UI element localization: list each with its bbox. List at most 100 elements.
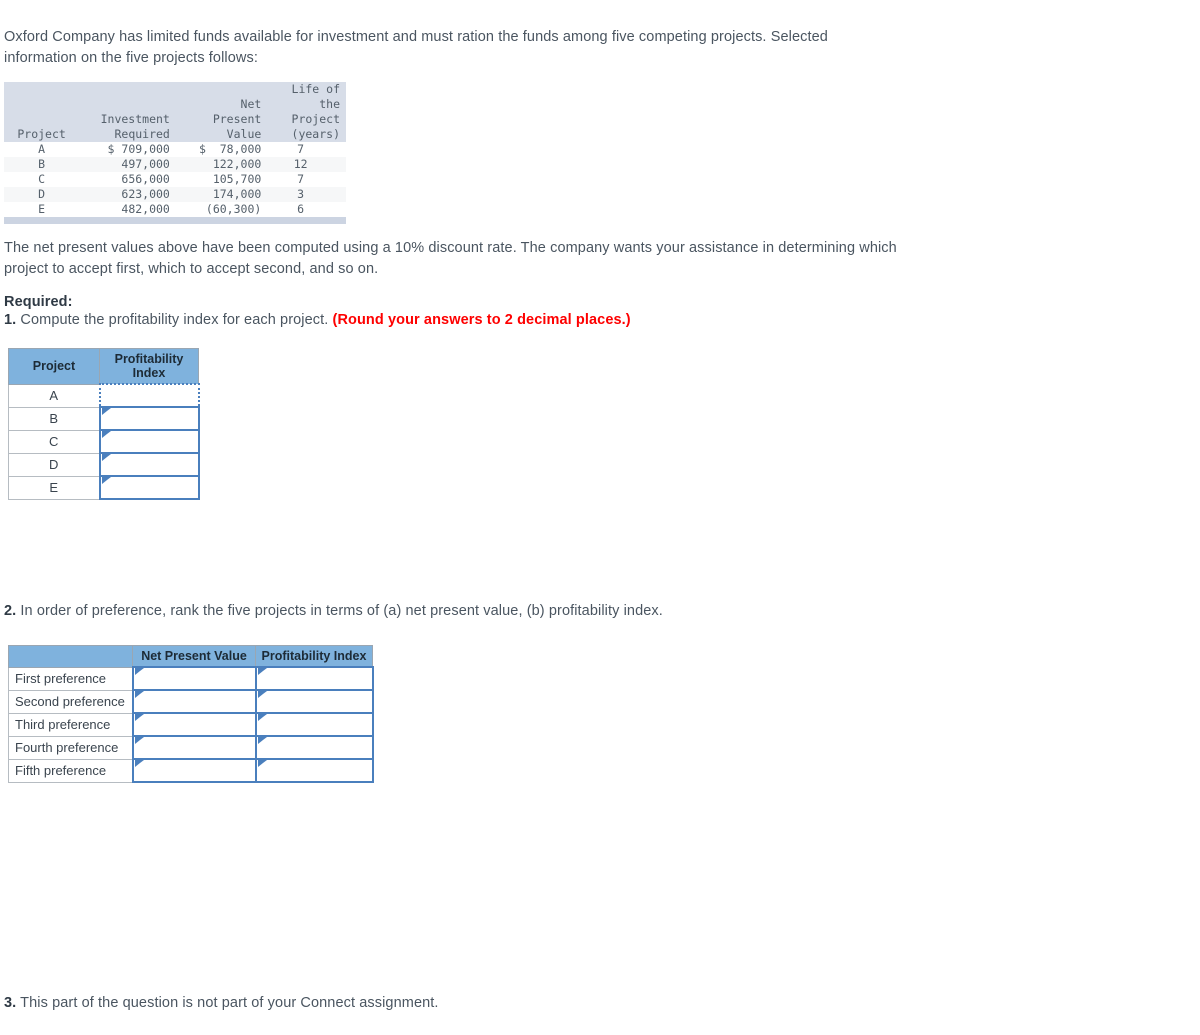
q2-row-label-fourth: Fourth preference xyxy=(8,735,133,760)
q2-npv-input-third[interactable] xyxy=(133,714,255,735)
q1-input-e[interactable] xyxy=(100,477,198,498)
table-row: A xyxy=(8,383,200,408)
q2-pi-input-third[interactable] xyxy=(256,714,372,735)
given-cell-life: 3 xyxy=(267,187,346,202)
given-cell-npv: 174,000 xyxy=(175,187,268,202)
q2-npv-input-fourth[interactable] xyxy=(133,737,255,758)
cell-marker-icon xyxy=(257,760,267,767)
table-row: B 497,000 122,000 12 xyxy=(4,157,346,172)
intro-paragraph-text: Oxford Company has limited funds availab… xyxy=(4,29,828,66)
cell-marker-icon xyxy=(257,691,267,698)
q2-pi-cell-fourth[interactable] xyxy=(254,735,374,760)
cell-marker-icon xyxy=(134,668,144,675)
table-row: First preference xyxy=(8,666,374,691)
question-2-line: 2. In order of preference, rank the five… xyxy=(4,601,904,622)
cell-marker-icon xyxy=(101,477,111,484)
given-cell-npv: 105,700 xyxy=(212,172,262,186)
q2-pi-cell-third[interactable] xyxy=(254,712,374,737)
given-cell-life: 6 xyxy=(297,202,305,216)
q1-input-a[interactable] xyxy=(100,385,198,406)
discount-rate-paragraph: The net present values above have been c… xyxy=(4,238,904,280)
q1-row-label-a: A xyxy=(8,383,100,408)
question-2-text: In order of preference, rank the five pr… xyxy=(16,603,663,619)
given-header-investment: Investment Required xyxy=(79,82,176,142)
table-row: Fifth preference xyxy=(8,758,374,783)
given-cell-investment: 623,000 xyxy=(79,187,176,202)
cell-marker-icon xyxy=(257,737,267,744)
q2-pi-cell-first[interactable] xyxy=(254,666,374,691)
q1-row-label-e: E xyxy=(8,475,100,500)
given-cell-npv: (60,300) xyxy=(205,202,262,216)
q1-input-d[interactable] xyxy=(100,454,198,475)
q1-input-cell-e[interactable] xyxy=(98,475,200,500)
given-cell-life: 7 xyxy=(297,142,305,156)
q2-header-row: Net Present Value Profitability Index xyxy=(8,645,373,668)
q1-row-label-d: D xyxy=(8,452,100,477)
question-1-rounding-note: (Round your answers to 2 decimal places.… xyxy=(332,312,631,328)
q2-npv-cell-fourth[interactable] xyxy=(131,735,257,760)
preference-ranking-table[interactable]: Net Present Value Profitability Index Fi… xyxy=(8,645,374,783)
q2-row-label-third: Third preference xyxy=(8,712,133,737)
q2-npv-input-second[interactable] xyxy=(133,691,255,712)
q2-npv-input-fifth[interactable] xyxy=(133,760,255,781)
given-header-life: Life of the Project (years) xyxy=(267,82,346,142)
footer-bar xyxy=(4,217,346,224)
question-3-number: 3. xyxy=(4,995,17,1011)
cell-marker-icon xyxy=(101,408,111,415)
q2-pi-input-first[interactable] xyxy=(256,668,372,689)
given-cell-investment: 656,000 xyxy=(121,172,170,186)
q2-pi-cell-fifth[interactable] xyxy=(254,758,374,783)
cell-marker-icon xyxy=(134,760,144,767)
table-row: Third preference xyxy=(8,712,374,737)
profitability-index-table[interactable]: Project Profitability Index A B C D E xyxy=(8,348,200,500)
table-row: E 482,000 (60,300) 6 xyxy=(4,202,346,217)
given-data-table: Project Investment Required Net Present … xyxy=(4,82,346,224)
given-data-table-header-row: Project Investment Required Net Present … xyxy=(4,82,346,142)
discount-rate-text: The net present values above have been c… xyxy=(4,240,897,277)
q2-pi-input-second[interactable] xyxy=(256,691,372,712)
q2-npv-cell-first[interactable] xyxy=(131,666,257,691)
q1-input-cell-d[interactable] xyxy=(98,452,200,477)
given-cell-project: E xyxy=(38,202,46,216)
given-cell-investment: 497,000 xyxy=(79,157,176,172)
table-row: A $ 709,000 $ 78,000 7 xyxy=(4,142,346,157)
question-3-line: 3. This part of the question is not part… xyxy=(4,993,904,1014)
q2-header-net-present-value: Net Present Value xyxy=(132,645,256,668)
question-1-line: 1. Compute the profitability index for e… xyxy=(4,310,904,331)
table-row: D xyxy=(8,452,200,477)
q1-input-c[interactable] xyxy=(100,431,198,452)
q2-npv-cell-second[interactable] xyxy=(131,689,257,714)
q1-header-profitability-index: Profitability Index xyxy=(99,348,199,385)
given-header-project: Project xyxy=(4,82,80,142)
table-row: C 656,000 105,700 7 xyxy=(4,172,346,187)
cell-marker-icon xyxy=(257,714,267,721)
table-row: C xyxy=(8,429,200,454)
table-row: D 623,000 174,000 3 xyxy=(4,187,346,202)
q2-npv-input-first[interactable] xyxy=(133,668,255,689)
q1-input-b[interactable] xyxy=(100,408,198,429)
q2-npv-cell-third[interactable] xyxy=(131,712,257,737)
q2-npv-cell-fifth[interactable] xyxy=(131,758,257,783)
q1-header-row: Project Profitability Index xyxy=(8,348,199,385)
cell-marker-icon xyxy=(257,668,267,675)
given-cell-project: C xyxy=(38,172,46,186)
q1-input-cell-b[interactable] xyxy=(98,406,200,431)
q2-pi-input-fifth[interactable] xyxy=(256,760,372,781)
cell-marker-icon xyxy=(101,431,111,438)
table-row: Second preference xyxy=(8,689,374,714)
question-3-text: This part of the question is not part of… xyxy=(16,995,439,1011)
q2-pi-cell-second[interactable] xyxy=(254,689,374,714)
q2-row-label-second: Second preference xyxy=(8,689,133,714)
given-data-table-footer-bar xyxy=(4,217,346,224)
q2-header-profitability-index: Profitability Index xyxy=(255,645,373,668)
given-header-npv: Net Present Value xyxy=(175,82,268,142)
q1-input-cell-c[interactable] xyxy=(98,429,200,454)
q1-input-cell-a[interactable] xyxy=(98,383,200,408)
q2-pi-input-fourth[interactable] xyxy=(256,737,372,758)
cell-marker-icon xyxy=(134,691,144,698)
q2-row-label-fifth: Fifth preference xyxy=(8,758,133,783)
given-cell-npv: 122,000 xyxy=(175,157,268,172)
q1-row-label-c: C xyxy=(8,429,100,454)
cell-marker-icon xyxy=(134,714,144,721)
required-heading-text: Required: xyxy=(4,294,73,310)
